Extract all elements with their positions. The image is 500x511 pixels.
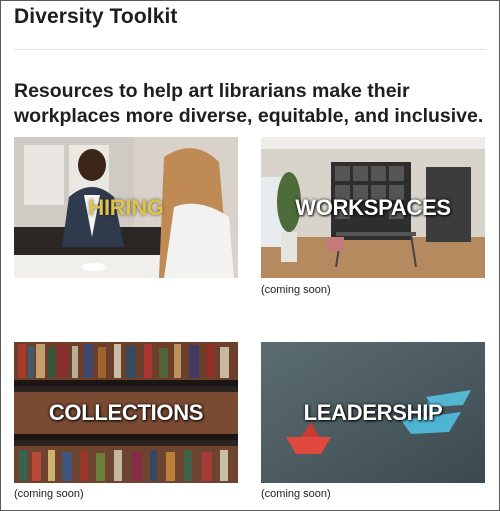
- page-frame: Diversity Toolkit Resources to help art …: [0, 0, 500, 511]
- page-title: Diversity Toolkit: [14, 5, 178, 28]
- hiring-card[interactable]: HIRING: [14, 137, 238, 278]
- workspaces-coming-soon: (coming soon): [261, 284, 331, 296]
- collections-card[interactable]: COLLECTIONS: [14, 342, 238, 483]
- title-divider: [14, 49, 486, 50]
- hiring-label: HIRING: [88, 194, 164, 220]
- leadership-card[interactable]: LEADERSHIP: [261, 342, 485, 483]
- leadership-coming-soon: (coming soon): [261, 488, 331, 500]
- intro-text: Resources to help art librarians make th…: [14, 80, 484, 127]
- workspaces-card[interactable]: WORKSPACES: [261, 137, 485, 278]
- collections-label: COLLECTIONS: [48, 399, 204, 425]
- leadership-label: LEADERSHIP: [303, 399, 443, 425]
- workspaces-label: WORKSPACES: [295, 194, 451, 220]
- collections-coming-soon: (coming soon): [14, 488, 84, 500]
